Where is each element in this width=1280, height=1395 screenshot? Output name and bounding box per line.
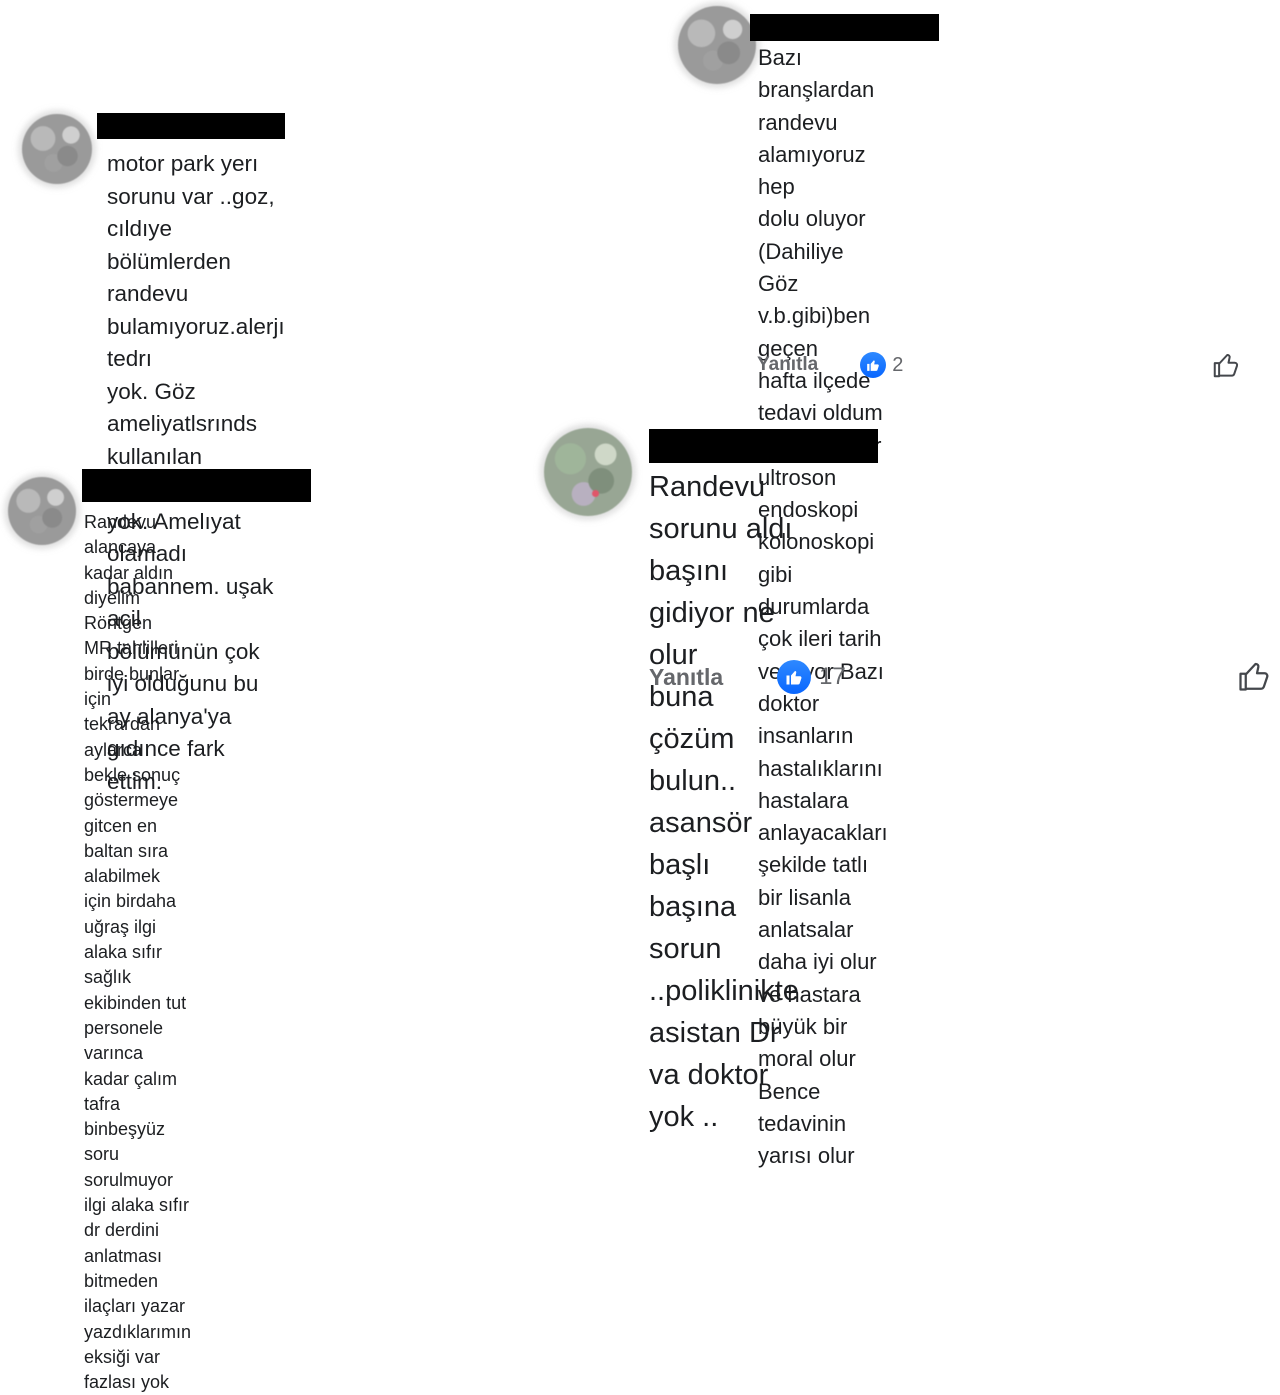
redacted-author-name [649, 429, 878, 463]
redacted-author-name [97, 113, 285, 139]
redacted-author-name [750, 14, 939, 41]
like-count: 2 [892, 353, 904, 376]
reply-button[interactable]: Yanıtla [757, 354, 818, 376]
comment-text: Randevu alancaya kadar aldın diyelim Rön… [84, 512, 192, 1393]
avatar[interactable] [8, 477, 76, 545]
avatar[interactable] [544, 428, 632, 516]
comment-actions: Yanıtla 2 [757, 351, 903, 379]
like-reaction-icon[interactable] [860, 352, 887, 378]
redacted-author-name [82, 469, 311, 502]
heart-icon [592, 490, 599, 497]
comment-actions: Yanıtla 17 [649, 659, 846, 695]
thumbs-up-icon[interactable] [1211, 350, 1241, 380]
avatar[interactable] [678, 6, 756, 84]
thumbs-up-icon[interactable] [1236, 658, 1272, 694]
like-count: 17 [819, 663, 846, 690]
like-reaction-icon[interactable] [777, 660, 812, 694]
comment-text: Randevu sorunu aldı başını gidiyor ne ol… [649, 471, 799, 1133]
reply-button[interactable]: Yanıtla [649, 664, 723, 691]
avatar[interactable] [22, 114, 92, 184]
